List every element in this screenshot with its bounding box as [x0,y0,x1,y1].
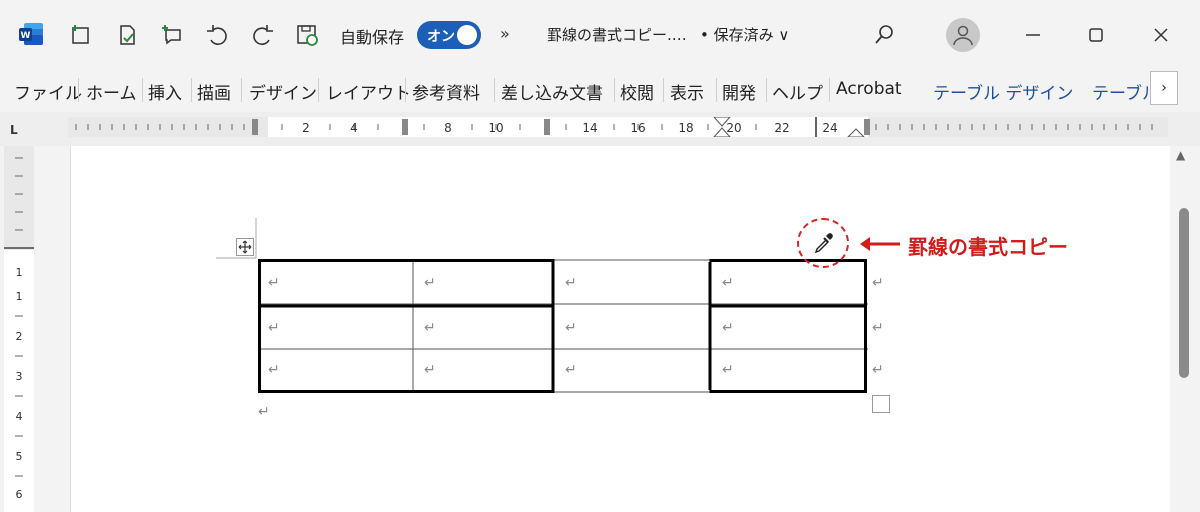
ruler-label: 3 [16,370,23,383]
redo-icon[interactable] [250,22,276,48]
ruler-label: 18 [678,121,693,135]
cell-end-mark: ↵ [565,362,577,378]
search-icon[interactable] [871,22,897,48]
cell-end-mark: ↵ [268,362,280,378]
ruler-label: 1 [16,266,23,279]
ruler-label: 2 [302,121,310,135]
tab-help[interactable]: ヘルプ [772,79,823,104]
minimize-icon[interactable] [1020,22,1046,48]
table-move-handle[interactable] [236,238,254,256]
tab-table-layout[interactable]: テーブル [1092,79,1148,104]
cell-end-mark: ↵ [268,275,280,291]
ruler-label: 8 [444,121,452,135]
cell-end-mark: ↵ [424,320,436,336]
autosave-toggle[interactable]: オン [417,21,481,49]
new-document-icon[interactable] [68,22,94,48]
vertical-ruler[interactable]: 1 1 2 3 4 5 6 [4,146,34,512]
tab-separator [78,78,79,102]
tab-separator [494,78,495,102]
ruler-label: 1 [16,290,23,303]
tab-references[interactable]: 参考資料 [412,79,480,104]
row-end-mark: ↵ [872,362,884,378]
cell-end-mark: ↵ [268,320,280,336]
eyedropper-cursor-icon [814,233,833,253]
row-end-mark: ↵ [872,275,884,291]
word-table[interactable] [258,259,868,393]
save-sync-icon[interactable] [294,22,320,48]
document-title[interactable]: 罫線の書式コピー.… [547,24,687,45]
ruler-label: 20 [726,121,741,135]
table-resize-handle[interactable] [872,395,890,413]
tab-layout[interactable]: レイアウト [326,79,411,104]
tab-view[interactable]: 表示 [670,79,704,104]
tab-separator [716,78,717,102]
annotation-arrow-icon [860,237,900,251]
word-app-icon: W [19,23,43,45]
title-bar: W 自動保存 オン » 罫線の書式コピー.… • 保存済み ∨ [0,0,1200,70]
toggle-knob [457,25,477,45]
tab-separator [766,78,767,102]
more-commands-button[interactable]: » [500,24,510,43]
cell-end-mark: ↵ [722,362,734,378]
annotation-label: 罫線の書式コピー [908,235,1068,259]
ruler-label: 5 [16,450,23,463]
ruler-label: 10 [488,121,503,135]
tab-separator [405,78,406,102]
scroll-up-icon[interactable]: ▲ [1176,148,1185,162]
tab-draw[interactable]: 描画 [197,79,231,104]
ruler-label: 6 [16,488,23,501]
ruler-label: 4 [16,410,23,423]
row-end-mark: ↵ [872,320,884,336]
tab-developer[interactable]: 開発 [722,79,756,104]
comment-icon[interactable] [160,22,186,48]
tab-home[interactable]: ホーム [86,79,137,104]
ruler-label: 4 [350,121,358,135]
cell-end-mark: ↵ [424,275,436,291]
cell-end-mark: ↵ [722,320,734,336]
user-avatar[interactable] [946,18,980,52]
ruler-label: 16 [630,121,645,135]
ruler-label: 2 [16,330,23,343]
save-status[interactable]: • 保存済み ∨ [700,24,789,45]
horizontal-ruler[interactable]: 2 4 8 10 14 16 18 20 22 24 [68,117,1168,137]
tab-review[interactable]: 校閲 [620,79,654,104]
scrollbar-thumb[interactable] [1179,208,1189,378]
ruler-label: 22 [774,121,789,135]
cell-end-mark: ↵ [565,320,577,336]
person-icon [953,25,973,46]
tab-insert[interactable]: 挿入 [148,79,182,104]
tab-separator [142,78,143,102]
tab-separator [663,78,664,102]
undo-icon[interactable] [204,22,230,48]
cell-end-mark: ↵ [424,362,436,378]
tab-mailings[interactable]: 差し込み文書 [501,79,603,104]
cell-end-mark: ↵ [722,275,734,291]
tab-acrobat[interactable]: Acrobat [836,79,902,99]
autosave-state: オン [427,29,455,45]
autosave-label: 自動保存 [340,28,405,47]
ruler-label: 14 [582,121,597,135]
tab-selector[interactable]: L [10,123,18,137]
tab-file[interactable]: ファイル [14,79,82,104]
tab-separator [829,78,830,102]
move-arrows-icon [238,240,252,254]
ruler-label: 24 [822,121,837,135]
tab-design[interactable]: デザイン [249,79,317,104]
tab-separator [241,78,242,102]
document-check-icon[interactable] [114,22,140,48]
tab-separator [191,78,192,102]
close-icon[interactable] [1148,22,1174,48]
maximize-icon[interactable] [1083,22,1109,48]
ribbon-tabs: ファイル ホーム 挿入 描画 デザイン レイアウト 参考資料 差し込み文書 校閲… [0,70,1200,110]
tab-table-design[interactable]: テーブル デザイン [933,79,1073,104]
paragraph-mark: ↵ [258,404,270,420]
tab-separator [318,78,319,102]
cell-end-mark: ↵ [565,275,577,291]
ribbon-scroll-right-button[interactable]: › [1150,71,1178,105]
tab-separator [614,78,615,102]
svg-text:W: W [21,31,31,41]
